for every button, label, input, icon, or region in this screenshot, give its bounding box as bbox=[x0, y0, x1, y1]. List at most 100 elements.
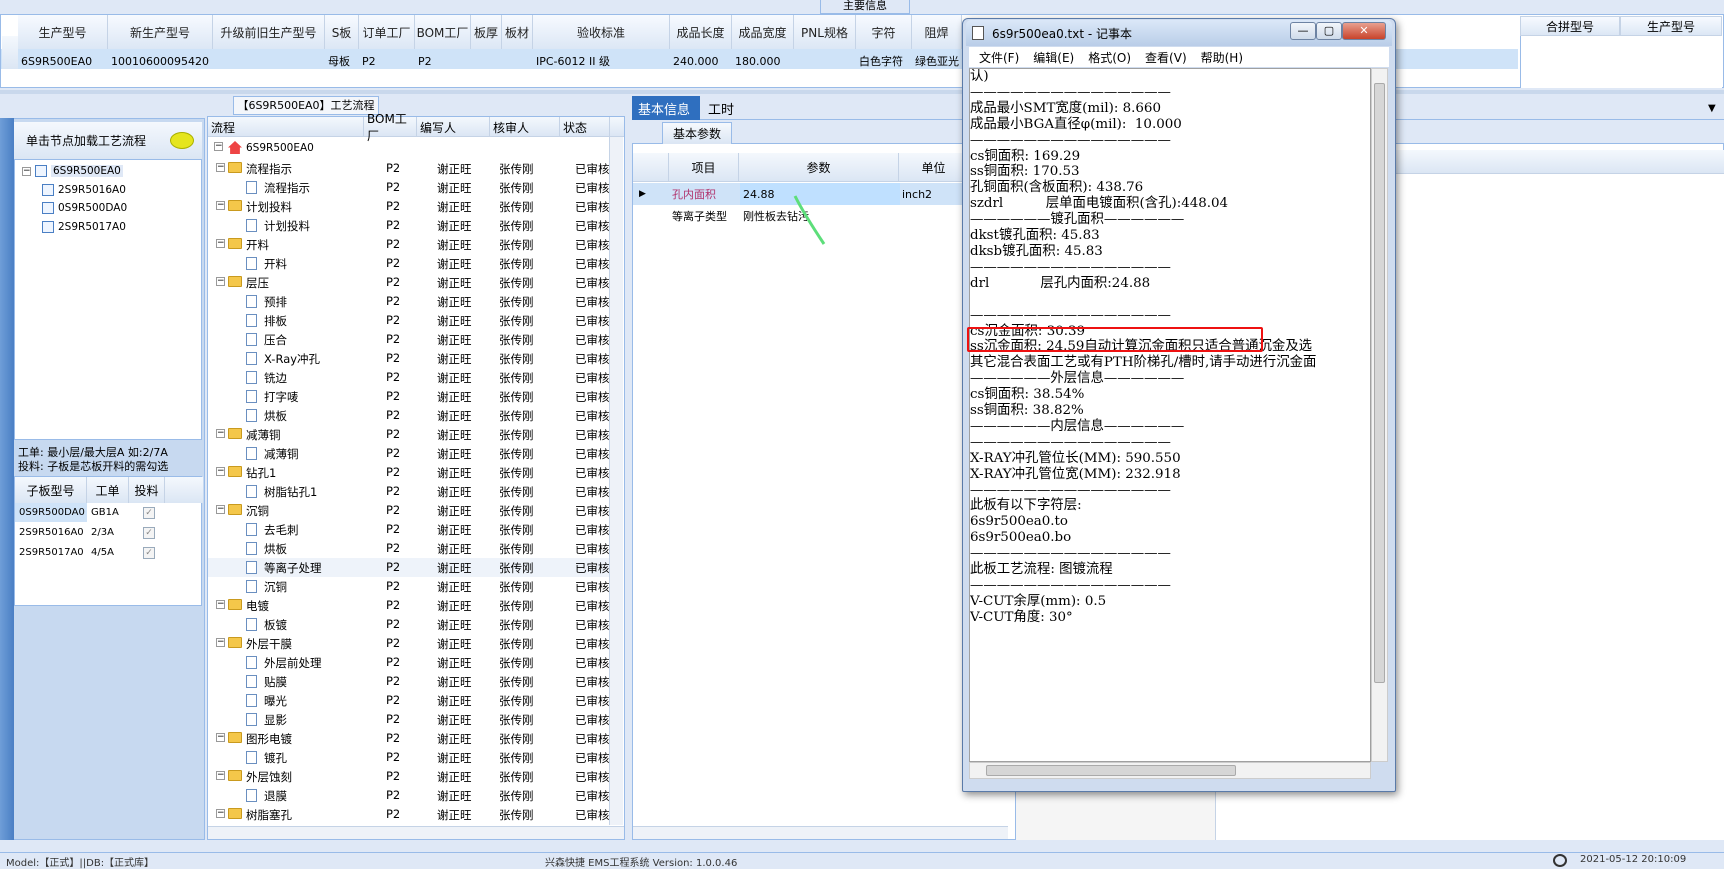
process-vertical-scrollbar[interactable] bbox=[609, 137, 623, 825]
work-order-cell[interactable]: GB1A bbox=[87, 503, 129, 522]
expand-toggle-icon[interactable]: − bbox=[216, 733, 225, 742]
expand-toggle-icon[interactable]: − bbox=[216, 239, 225, 248]
process-row[interactable]: 等离子处理 P2 谢正旺 张传刚 已审核 bbox=[208, 558, 610, 577]
cell-12[interactable]: 白色字符 bbox=[856, 51, 912, 71]
process-row[interactable]: 显影 P2 谢正旺 张传刚 已审核 bbox=[208, 710, 610, 729]
scroll-thumb[interactable] bbox=[986, 765, 1236, 776]
expand-toggle-icon[interactable]: − bbox=[216, 771, 225, 780]
process-row[interactable]: 压合 P2 谢正旺 张传刚 已审核 bbox=[208, 330, 610, 349]
tab-basic-params[interactable]: 基本参数 bbox=[662, 122, 732, 144]
process-row[interactable]: 开料 P2 谢正旺 张传刚 已审核 bbox=[208, 254, 610, 273]
process-row[interactable]: 烘板 P2 谢正旺 张传刚 已审核 bbox=[208, 539, 610, 558]
expand-toggle-icon[interactable]: − bbox=[216, 201, 225, 210]
checkbox-icon[interactable]: ✓ bbox=[143, 506, 155, 519]
process-row[interactable]: − 沉铜 P2 谢正旺 张传刚 已审核 bbox=[208, 501, 610, 520]
menu-view[interactable]: 查看(V) bbox=[1145, 49, 1187, 66]
left-collapse-tab[interactable] bbox=[0, 118, 14, 840]
cell-4[interactable]: P2 bbox=[359, 51, 415, 71]
process-row[interactable]: 计划投料 P2 谢正旺 张传刚 已审核 bbox=[208, 216, 610, 235]
process-root-row[interactable]: − 6S9R500EA0 bbox=[208, 140, 610, 159]
process-row[interactable]: 减薄铜 P2 谢正旺 张传刚 已审核 bbox=[208, 444, 610, 463]
process-row[interactable]: 烘板 P2 谢正旺 张传刚 已审核 bbox=[208, 406, 610, 425]
close-button[interactable]: ✕ bbox=[1342, 22, 1386, 40]
notepad-horizontal-scrollbar[interactable] bbox=[969, 762, 1371, 779]
cell-8[interactable]: IPC-6012 II 级 bbox=[533, 51, 670, 71]
minimize-button[interactable]: — bbox=[1290, 22, 1316, 40]
feed-checkbox[interactable]: ✓ bbox=[139, 503, 159, 522]
process-row[interactable]: 退膜 P2 谢正旺 张传刚 已审核 bbox=[208, 786, 610, 805]
sub-model-cell[interactable]: 2S9R5017A0 bbox=[15, 543, 87, 562]
expand-toggle-icon[interactable]: − bbox=[216, 505, 225, 514]
expand-toggle-icon[interactable]: − bbox=[216, 429, 225, 438]
process-row[interactable]: 流程指示 P2 谢正旺 张传刚 已审核 bbox=[208, 178, 610, 197]
tab-basic-info[interactable]: 基本信息 bbox=[632, 96, 700, 120]
expand-toggle-icon[interactable]: − bbox=[216, 600, 225, 609]
process-row[interactable]: 板镀 P2 谢正旺 张传刚 已审核 bbox=[208, 615, 610, 634]
tree-node-root[interactable]: −6S9R500EA0 bbox=[22, 162, 123, 180]
tree-node-child[interactable]: 0S9R500DA0 bbox=[42, 199, 127, 217]
feed-checkbox[interactable]: ✓ bbox=[139, 543, 159, 562]
chevron-down-icon[interactable]: ▼ bbox=[1702, 96, 1722, 120]
process-row[interactable]: 沉铜 P2 谢正旺 张传刚 已审核 bbox=[208, 577, 610, 596]
process-row[interactable]: 打字唛 P2 谢正旺 张传刚 已审核 bbox=[208, 387, 610, 406]
work-order-cell[interactable]: 2/3A bbox=[87, 523, 129, 542]
expand-toggle-icon[interactable]: − bbox=[216, 809, 225, 818]
process-row[interactable]: − 开料 P2 谢正旺 张传刚 已审核 bbox=[208, 235, 610, 254]
process-row[interactable]: 树脂钻孔1 P2 谢正旺 张传刚 已审核 bbox=[208, 482, 610, 501]
process-row[interactable]: − 层压 P2 谢正旺 张传刚 已审核 bbox=[208, 273, 610, 292]
feed-checkbox[interactable]: ✓ bbox=[139, 523, 159, 542]
process-row[interactable]: 排板 P2 谢正旺 张传刚 已审核 bbox=[208, 311, 610, 330]
process-row[interactable]: − 钻孔1 P2 谢正旺 张传刚 已审核 bbox=[208, 463, 610, 482]
process-row[interactable]: − 外层蚀刻 P2 谢正旺 张传刚 已审核 bbox=[208, 767, 610, 786]
process-row[interactable]: − 电镀 P2 谢正旺 张传刚 已审核 bbox=[208, 596, 610, 615]
expand-toggle-icon[interactable]: − bbox=[216, 638, 225, 647]
process-row[interactable]: − 减薄铜 P2 谢正旺 张传刚 已审核 bbox=[208, 425, 610, 444]
menu-help[interactable]: 帮助(H) bbox=[1201, 49, 1243, 66]
process-row[interactable]: 铣边 P2 谢正旺 张传刚 已审核 bbox=[208, 368, 610, 387]
expand-toggle-icon[interactable]: − bbox=[216, 277, 225, 286]
tab-work-hours[interactable]: 工时 bbox=[702, 96, 740, 120]
cell-10[interactable]: 180.000 bbox=[732, 51, 794, 71]
process-row[interactable]: 曝光 P2 谢正旺 张传刚 已审核 bbox=[208, 691, 610, 710]
cell-5[interactable]: P2 bbox=[415, 51, 471, 71]
process-row[interactable]: − 计划投料 P2 谢正旺 张传刚 已审核 bbox=[208, 197, 610, 216]
param-horizontal-scrollbar[interactable] bbox=[633, 826, 1008, 839]
expand-toggle-icon[interactable]: − bbox=[216, 467, 225, 476]
cell-11[interactable] bbox=[794, 51, 856, 71]
sub-model-cell[interactable]: 2S9R5016A0 bbox=[15, 523, 87, 542]
process-row[interactable]: 镀孔 P2 谢正旺 张传刚 已审核 bbox=[208, 748, 610, 767]
maximize-button[interactable]: ▢ bbox=[1316, 22, 1342, 40]
process-row[interactable]: 去毛刺 P2 谢正旺 张传刚 已审核 bbox=[208, 520, 610, 539]
sub-model-cell[interactable]: 0S9R500DA0 bbox=[15, 503, 87, 522]
process-row[interactable]: 贴膜 P2 谢正旺 张传刚 已审核 bbox=[208, 672, 610, 691]
checkbox-icon[interactable]: ✓ bbox=[143, 526, 155, 539]
menu-file[interactable]: 文件(F) bbox=[979, 49, 1019, 66]
cell-9[interactable]: 240.000 bbox=[670, 51, 732, 71]
process-row[interactable]: − 图形电镀 P2 谢正旺 张传刚 已审核 bbox=[208, 729, 610, 748]
process-horizontal-scrollbar[interactable] bbox=[208, 826, 624, 839]
process-row[interactable]: − 树脂塞孔 P2 谢正旺 张传刚 已审核 bbox=[208, 805, 610, 824]
work-order-cell[interactable]: 4/5A bbox=[87, 543, 129, 562]
cell-13[interactable]: 绿色亚光 bbox=[912, 51, 962, 71]
cell-2[interactable] bbox=[213, 51, 325, 71]
notepad-text-area[interactable]: 认) ——————————————— 成品最小SMT宽度(mil): 8.660 成品… bbox=[969, 68, 1371, 762]
cell-3[interactable]: 母板 bbox=[325, 51, 359, 71]
expand-toggle-icon[interactable]: − bbox=[216, 163, 225, 172]
notepad-vertical-scrollbar[interactable] bbox=[1371, 68, 1388, 762]
splitter[interactable] bbox=[0, 90, 1724, 94]
cell-6[interactable] bbox=[471, 51, 502, 71]
process-row[interactable]: − 外层干膜 P2 谢正旺 张传刚 已审核 bbox=[208, 634, 610, 653]
scroll-thumb[interactable] bbox=[1374, 83, 1385, 683]
process-row[interactable]: 预排 P2 谢正旺 张传刚 已审核 bbox=[208, 292, 610, 311]
menu-edit[interactable]: 编辑(E) bbox=[1033, 49, 1074, 66]
process-row[interactable]: 外层前处理 P2 谢正旺 张传刚 已审核 bbox=[208, 653, 610, 672]
process-row[interactable]: − 流程指示 P2 谢正旺 张传刚 已审核 bbox=[208, 159, 610, 178]
menu-format[interactable]: 格式(O) bbox=[1088, 49, 1131, 66]
cell-7[interactable] bbox=[502, 51, 533, 71]
cell-1[interactable]: 10010600095420 bbox=[108, 51, 213, 71]
process-row[interactable]: X-Ray冲孔 P2 谢正旺 张传刚 已审核 bbox=[208, 349, 610, 368]
tree-node-child[interactable]: 2S9R5016A0 bbox=[42, 181, 126, 199]
cell-0[interactable]: 6S9R500EA0 bbox=[18, 51, 108, 71]
checkbox-icon[interactable]: ✓ bbox=[143, 546, 155, 559]
tree-node-child[interactable]: 2S9R5017A0 bbox=[42, 218, 126, 236]
